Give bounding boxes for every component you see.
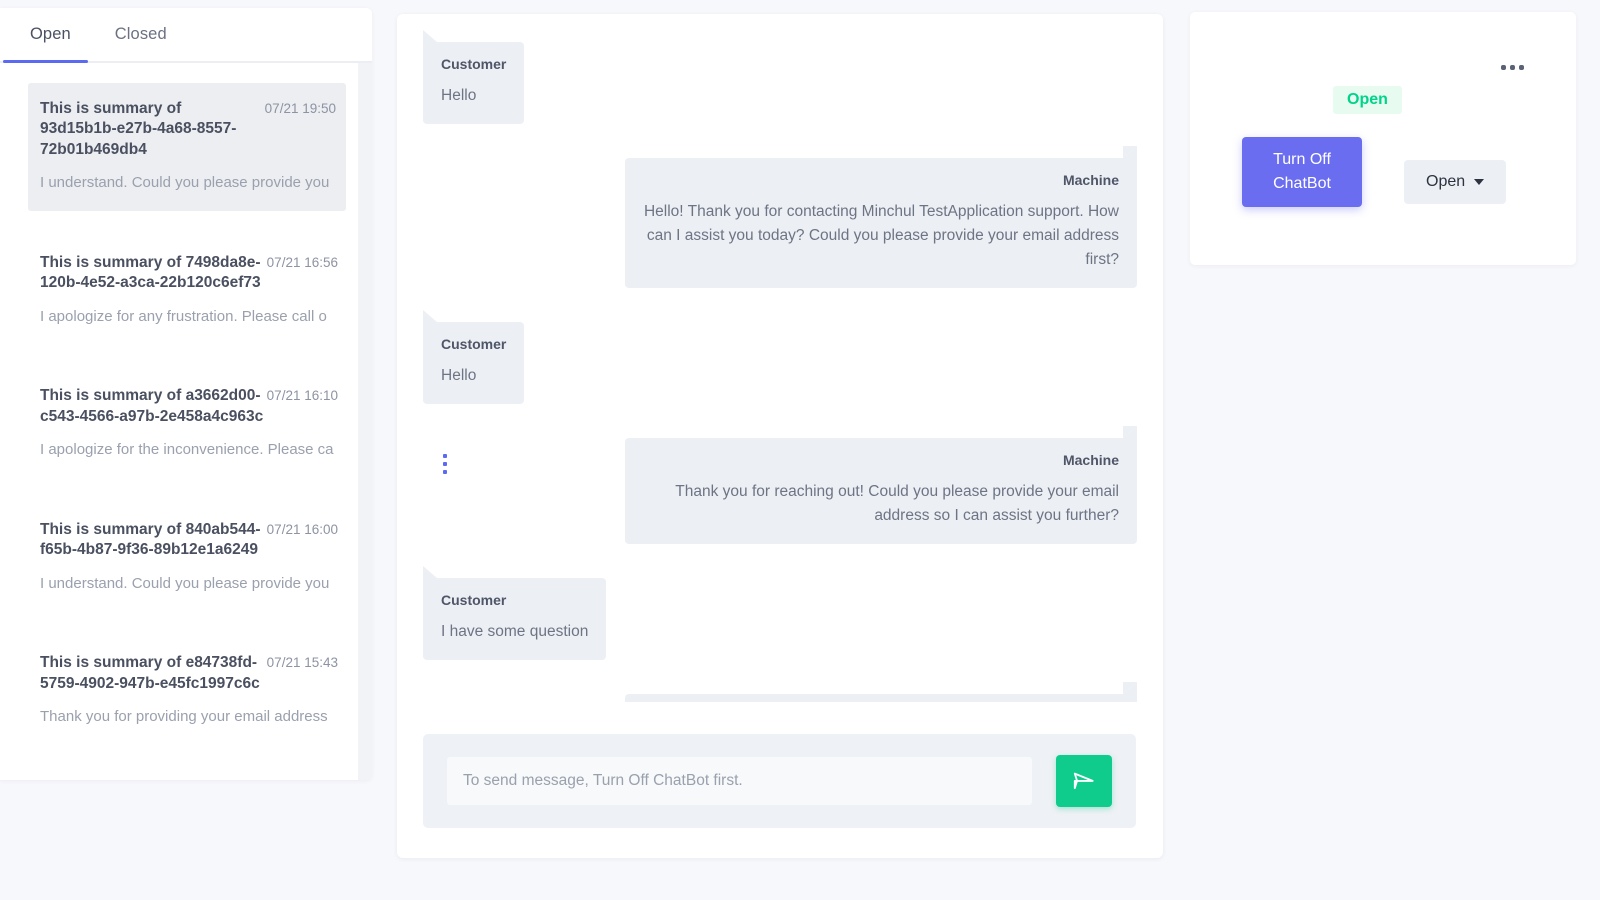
turn-off-chatbot-button[interactable]: Turn Off ChatBot <box>1242 137 1362 207</box>
list-item[interactable]: 07/19 18:03 This is summary of a2167af9-… <box>28 770 342 780</box>
message-text: Hello! Thank you for contacting Minchul … <box>643 203 1119 269</box>
conversation-scroll-area[interactable]: 07/21 19:50 This is summary of 93d15b1b-… <box>0 63 372 780</box>
kebab-dot <box>443 454 447 459</box>
conversation-snippet: I apologize for any frustration. Please … <box>40 307 327 325</box>
message-bubble-customer: Customer Hello <box>423 29 525 125</box>
message-text: Hello <box>441 367 477 385</box>
list-item[interactable]: 07/21 16:10 This is summary of a3662d00-… <box>28 370 342 477</box>
send-button[interactable] <box>1056 755 1112 807</box>
conversation-snippet: I understand. Could you please provide y… <box>40 174 330 192</box>
tab-open-label: Open <box>30 25 71 43</box>
kebab-dot <box>443 470 447 475</box>
message-bubble-customer: Customer Hello <box>423 310 525 405</box>
message-sender: Customer <box>441 592 507 609</box>
kebab-dot <box>443 462 447 467</box>
message-sender: Machine <box>1062 452 1119 469</box>
conversation-snippet: Thank you for providing your email addre… <box>40 707 328 725</box>
message-input[interactable] <box>447 757 1032 805</box>
kebab-horizontal-icon[interactable] <box>1501 65 1524 70</box>
conversation-timestamp: 07/21 15:43 <box>266 655 338 671</box>
conversation-header: 07/21 15:43 This is summary of e84738fd-… <box>40 653 338 694</box>
list-item[interactable]: 07/21 19:50 This is summary of 93d15b1b-… <box>28 83 346 211</box>
kebab-dot <box>1510 65 1515 70</box>
message-sender: Customer <box>441 56 507 72</box>
status-badge: Open <box>1333 86 1402 114</box>
message-text: Thank you for reaching out! Could you pl… <box>675 483 1119 525</box>
kebab-dot <box>1501 65 1506 70</box>
conversation-details-panel: Open Turn Off ChatBot Open <box>1190 12 1576 265</box>
conversation-timestamp: 07/21 16:00 <box>266 521 338 537</box>
conversation-list: 07/21 19:50 This is summary of 93d15b1b-… <box>0 63 364 780</box>
message-bubble-machine: Machine Thank you for reaching out! Coul… <box>625 426 1137 545</box>
conversation-list-scrollbar[interactable] <box>358 63 372 780</box>
conversation-title: This is summary of 93d15b1b-e27b-4a68-85… <box>40 100 237 158</box>
message-text: Hello <box>441 87 477 104</box>
kebab-vertical-icon[interactable] <box>443 454 447 475</box>
message-text: I have some question <box>441 623 589 641</box>
list-item[interactable]: 07/21 15:43 This is summary of e84738fd-… <box>28 637 342 744</box>
conversation-snippet: I understand. Could you please provide y… <box>40 574 330 592</box>
message-bubble-machine: Machine Hello! Thank you for contacting … <box>625 146 1137 289</box>
conversation-header: 07/21 16:10 This is summary of a3662d00-… <box>40 386 338 427</box>
message-row: Machine Hello! Thank you for contacting … <box>423 146 1137 289</box>
conversation-timestamp: 07/21 16:10 <box>266 388 338 404</box>
list-item[interactable]: 07/21 16:56 This is summary of 7498da8e-… <box>28 237 342 344</box>
message-bubble-machine: Machine Of course, I'd be happy to help.… <box>625 682 1137 702</box>
conversation-header: 07/21 19:50 This is summary of 93d15b1b-… <box>40 99 336 160</box>
tab-open[interactable]: Open <box>8 8 93 62</box>
conversation-timestamp: 07/21 16:56 <box>266 254 338 270</box>
message-row: Machine Thank you for reaching out! Coul… <box>423 426 1137 545</box>
message-row: Customer I have some question <box>423 566 1137 661</box>
tab-closed-label: Closed <box>114 25 167 43</box>
conversation-snippet: I apologize for the inconvenience. Pleas… <box>40 441 334 459</box>
message-bubble-customer: Customer I have some question <box>423 566 607 661</box>
message-thread: Customer Hello Machine Hello! Thank you … <box>397 14 1163 702</box>
conversation-title: This is summary of 7498da8e-120b-4e52-a3… <box>40 253 261 292</box>
message-row: Customer Hello <box>423 310 1137 405</box>
list-item[interactable]: 07/21 16:00 This is summary of 840ab544-… <box>28 504 342 611</box>
status-dropdown[interactable]: Open <box>1404 160 1507 204</box>
kebab-dot <box>1519 65 1524 70</box>
chevron-down-icon <box>1474 179 1485 185</box>
message-sender: Machine <box>1062 172 1119 189</box>
conversation-tabs: Open Closed <box>0 8 372 63</box>
message-row: Machine Of course, I'd be happy to help.… <box>423 682 1137 702</box>
message-sender: Customer <box>441 336 507 353</box>
conversation-title: This is summary of a3662d00-c543-4566-a9… <box>40 387 264 425</box>
send-icon <box>1073 772 1094 790</box>
conversation-list-panel: Open Closed 07/21 19:50 This is summary … <box>0 8 372 780</box>
tab-closed[interactable]: Closed <box>93 8 189 62</box>
conversation-title: This is summary of e84738fd-5759-4902-94… <box>40 654 260 692</box>
message-composer <box>423 734 1136 828</box>
conversation-header: 07/21 16:00 This is summary of 840ab544-… <box>40 520 338 561</box>
conversation-timestamp: 07/21 19:50 <box>264 101 336 116</box>
status-dropdown-value: Open <box>1426 173 1466 190</box>
chat-panel: Customer Hello Machine Hello! Thank you … <box>397 14 1163 858</box>
conversation-title: This is summary of 840ab544-f65b-4b87-9f… <box>40 520 261 559</box>
conversation-header: 07/21 16:56 This is summary of 7498da8e-… <box>40 253 338 294</box>
message-row: Customer Hello <box>423 29 1137 125</box>
chat-support-app: Open Closed 07/21 19:50 This is summary … <box>0 0 1600 900</box>
